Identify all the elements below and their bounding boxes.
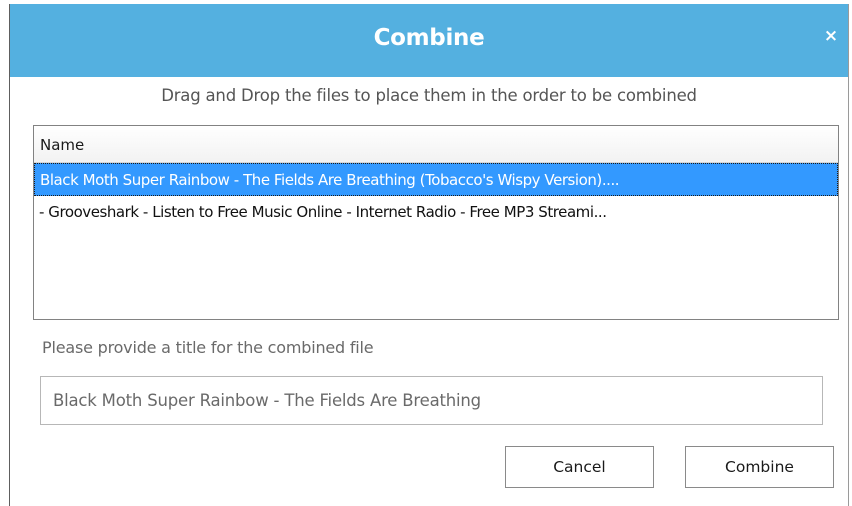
combined-title-input[interactable] bbox=[40, 376, 823, 425]
combine-button[interactable]: Combine bbox=[685, 446, 834, 488]
list-item-selected[interactable]: Black Moth Super Rainbow - The Fields Ar… bbox=[34, 163, 838, 196]
title-prompt-label: Please provide a title for the combined … bbox=[42, 338, 374, 357]
file-name: Black Moth Super Rainbow - The Fields Ar… bbox=[40, 171, 620, 189]
file-list[interactable]: Name Black Moth Super Rainbow - The Fiel… bbox=[33, 125, 839, 320]
close-icon[interactable]: × bbox=[820, 24, 842, 48]
column-header-label: Name bbox=[40, 136, 85, 154]
combine-dialog: Combine × Drag and Drop the files to pla… bbox=[9, 4, 849, 506]
file-name: - Grooveshark - Listen to Free Music Onl… bbox=[39, 203, 607, 221]
cancel-button[interactable]: Cancel bbox=[505, 446, 654, 488]
column-header-name[interactable]: Name bbox=[34, 126, 838, 163]
title-bar[interactable]: Combine × bbox=[10, 4, 848, 77]
dialog-title: Combine bbox=[373, 25, 485, 51]
instructions-text: Drag and Drop the files to place them in… bbox=[161, 86, 697, 105]
list-item[interactable]: - Grooveshark - Listen to Free Music Onl… bbox=[34, 196, 838, 229]
